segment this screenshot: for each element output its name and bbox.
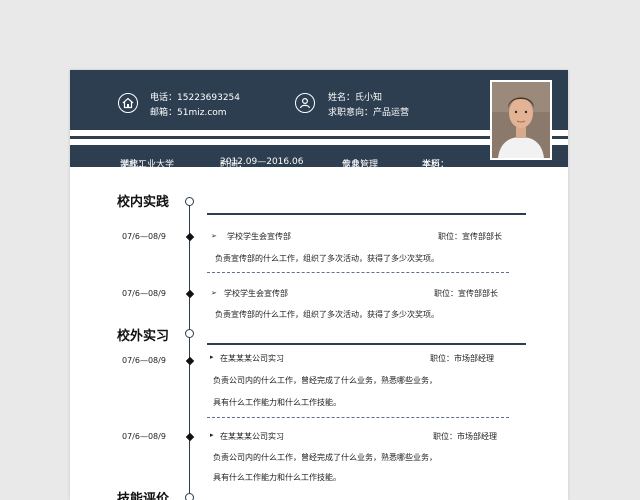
entry-description: 具有什么工作能力和什么工作技能。 [213, 398, 341, 407]
entry-org: 在某某某公司实习 [220, 432, 284, 441]
entry-marker [185, 289, 195, 299]
email-line: 邮箱：51miz.com [150, 105, 227, 118]
entry-description: 负责公司内的什么工作，曾经完成了什么业务，熟悉哪些业务， [213, 376, 437, 385]
entry-org: 学校学生会宣传部 [224, 289, 288, 298]
email-label: 邮箱： [150, 108, 178, 118]
intent-label: 求职意向： [328, 108, 374, 118]
entry-divider [207, 272, 509, 273]
name-value: 氏小知 [355, 93, 383, 103]
email-value: 51miz.com [177, 108, 227, 118]
entry-date: 07/6—08/9 [122, 232, 166, 241]
resume-page: 电话：15223693254 邮箱：51miz.com 姓名：氏小知 求职意向：… [70, 70, 568, 500]
arrow-bullet-icon: ➢ [211, 289, 217, 297]
entry-description: 负责宣传部的什么工作，组织了多次活动，获得了多少次奖项。 [215, 254, 439, 263]
entry-position: 职位：市场部经理 [430, 354, 494, 363]
arrow-bullet-icon: ▸ [210, 353, 214, 361]
phone-value: 15223693254 [177, 93, 241, 103]
entry-position: 职位：市场部经理 [433, 432, 497, 441]
phone-line: 电话：15223693254 [150, 90, 240, 103]
section-title-skills: 技能评价 [117, 492, 170, 500]
section-title-campus: 校内实践 [117, 195, 170, 210]
time-value: 2012.09—2016.06 [220, 157, 304, 167]
section-rule [207, 343, 526, 345]
entry-description: 负责公司内的什么工作，曾经完成了什么业务，熟悉哪些业务， [213, 453, 437, 462]
entry-marker [185, 356, 195, 366]
arrow-bullet-icon: ➢ [211, 232, 217, 240]
entry-date: 07/6—08/9 [122, 432, 166, 441]
timeline-line [189, 202, 190, 500]
entry-position: 职位：宣传部部长 [438, 232, 502, 241]
phone-label: 电话： [150, 93, 178, 103]
user-icon [295, 93, 315, 113]
entry-description: 具有什么工作能力和什么工作技能。 [213, 473, 341, 482]
school-value: 湖北工业大学 [120, 160, 175, 170]
degree-value: 本科 [422, 160, 441, 170]
section-marker [185, 329, 194, 338]
section-rule [207, 213, 526, 215]
section-title-internship: 校外实习 [117, 329, 170, 344]
entry-date: 07/6—08/9 [122, 356, 166, 365]
intent-line: 求职意向：产品运营 [328, 105, 409, 118]
name-label: 姓名： [328, 93, 356, 103]
entry-marker [185, 232, 195, 242]
home-icon [118, 93, 138, 113]
intent-value: 产品运营 [373, 108, 410, 118]
entry-org: 在某某某公司实习 [220, 354, 284, 363]
entry-position: 职位：宣传部部长 [434, 289, 498, 298]
section-marker [185, 197, 194, 206]
entry-date: 07/6—08/9 [122, 289, 166, 298]
profile-photo [490, 80, 552, 160]
major-value: 信息管理 [342, 160, 379, 170]
section-marker [185, 493, 194, 500]
entry-marker [185, 432, 195, 442]
entry-divider [207, 417, 509, 418]
name-line: 姓名：氏小知 [328, 90, 382, 103]
arrow-bullet-icon: ▸ [210, 431, 214, 439]
entry-org: 学校学生会宣传部 [227, 232, 291, 241]
entry-description: 负责宣传部的什么工作，组织了多次活动，获得了多少次奖项。 [215, 310, 439, 319]
